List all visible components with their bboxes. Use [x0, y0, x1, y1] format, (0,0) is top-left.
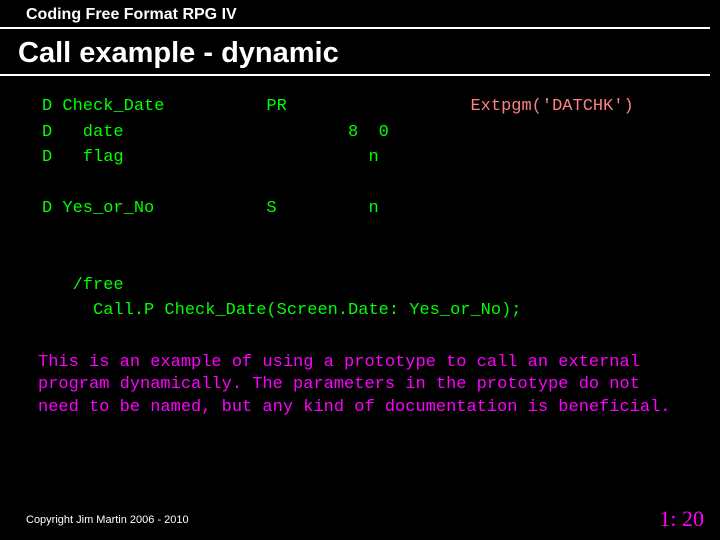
page-number: 1: 20 — [659, 506, 704, 532]
code-line-8: /free — [42, 276, 124, 295]
code-line-1b: Extpgm('DATCHK') — [287, 97, 634, 116]
code-line-3: D flag n — [42, 148, 379, 167]
slide-title: Call example - dynamic — [0, 29, 710, 76]
slide: Coding Free Format RPG IV Call example -… — [0, 0, 720, 540]
body-text: This is an example of using a prototype … — [0, 324, 720, 421]
code-line-2: D date 8 0 — [42, 123, 389, 142]
code-block: D Check_Date PR Extpgm('DATCHK') D date … — [0, 76, 720, 324]
slide-header: Coding Free Format RPG IV — [0, 0, 710, 29]
code-line-1a: D Check_Date PR — [42, 97, 287, 116]
code-line-9: Call.P Check_Date(Screen.Date: Yes_or_No… — [42, 301, 521, 320]
code-line-5: D Yes_or_No S n — [42, 199, 379, 218]
copyright-text: Copyright Jim Martin 2006 - 2010 — [26, 514, 189, 526]
